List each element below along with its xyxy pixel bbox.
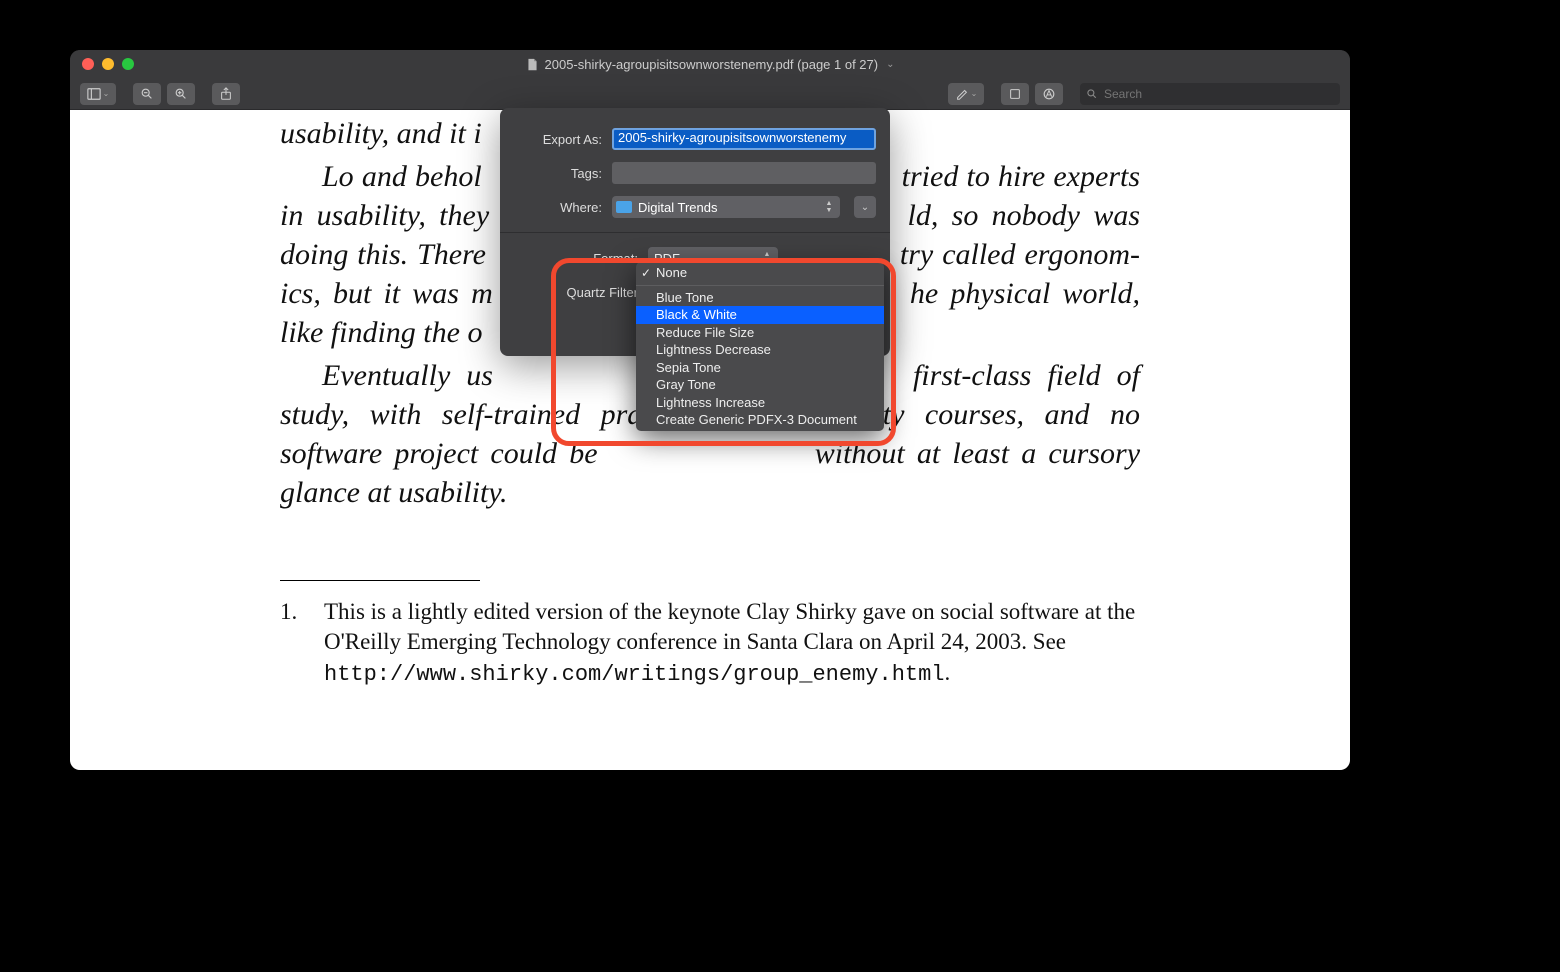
tags-label: Tags: — [514, 166, 602, 181]
where-label: Where: — [514, 200, 602, 215]
where-folder-name: Digital Trends — [638, 200, 816, 215]
zoom-window-button[interactable] — [122, 58, 134, 70]
document-icon — [526, 58, 539, 71]
footnote-number: 1. — [280, 597, 304, 689]
quartz-option[interactable]: Sepia Tone — [636, 359, 884, 377]
tags-row: Tags: — [500, 156, 890, 190]
quartz-filter-dropdown[interactable]: None Blue ToneBlack & WhiteReduce File Si… — [636, 262, 884, 431]
export-as-label: Export As: — [514, 132, 602, 147]
export-as-row: Export As: 2005-shirky-agroupisitsownwor… — [500, 108, 890, 156]
share-button[interactable] — [212, 83, 240, 105]
highlight-button[interactable]: ⌄ — [948, 83, 984, 105]
titlebar: 2005-shirky-agroupisitsownworstenemy.pdf… — [70, 50, 1350, 78]
markup-button[interactable] — [1035, 83, 1063, 105]
quartz-option[interactable]: Create Generic PDFX-3 Document — [636, 411, 884, 429]
quartz-filter-label: Quartz Filter — [514, 285, 638, 300]
quartz-option[interactable]: Black & White — [636, 306, 884, 324]
sheet-divider — [500, 232, 890, 233]
folder-icon — [616, 201, 632, 213]
traffic-lights — [82, 58, 134, 70]
dropdown-separator — [636, 285, 884, 286]
rotate-button[interactable] — [1001, 83, 1029, 105]
title-text: 2005-shirky-agroupisitsownworstenemy.pdf… — [545, 57, 879, 72]
footnote-rule — [280, 580, 480, 581]
zoom-in-button[interactable] — [167, 83, 195, 105]
footnote-text: This is a lightly edited version of the … — [324, 597, 1140, 689]
minimize-window-button[interactable] — [102, 58, 114, 70]
tags-input[interactable] — [612, 162, 876, 184]
where-select[interactable]: Digital Trends ▲▼ — [612, 196, 840, 218]
format-label: Format: — [514, 251, 638, 266]
export-filename-input[interactable]: 2005-shirky-agroupisitsownworstenemy — [612, 128, 876, 150]
where-row: Where: Digital Trends ▲▼ ⌄ — [500, 190, 890, 224]
zoom-out-button[interactable] — [133, 83, 161, 105]
search-icon — [1086, 88, 1098, 100]
quartz-option[interactable]: Lightness Increase — [636, 394, 884, 412]
sidebar-toggle-button[interactable]: ⌄ — [80, 83, 116, 105]
updown-icon: ▲▼ — [822, 198, 836, 216]
quartz-option[interactable]: Blue Tone — [636, 289, 884, 307]
search-field[interactable] — [1080, 83, 1340, 105]
quartz-option[interactable]: None — [636, 264, 884, 282]
close-window-button[interactable] — [82, 58, 94, 70]
toolbar: ⌄ ⌄ — [70, 78, 1350, 110]
quartz-option[interactable]: Gray Tone — [636, 376, 884, 394]
expand-where-button[interactable]: ⌄ — [854, 196, 876, 218]
window-title: 2005-shirky-agroupisitsownworstenemy.pdf… — [70, 57, 1350, 72]
footnote: 1. This is a lightly edited version of t… — [280, 597, 1140, 689]
footnote-url: http://www.shirky.com/writings/group_ene… — [324, 662, 945, 687]
quartz-option[interactable]: Reduce File Size — [636, 324, 884, 342]
chevron-down-icon[interactable]: ⌄ — [886, 59, 894, 70]
search-input[interactable] — [1104, 87, 1334, 101]
quartz-option[interactable]: Lightness Decrease — [636, 341, 884, 359]
